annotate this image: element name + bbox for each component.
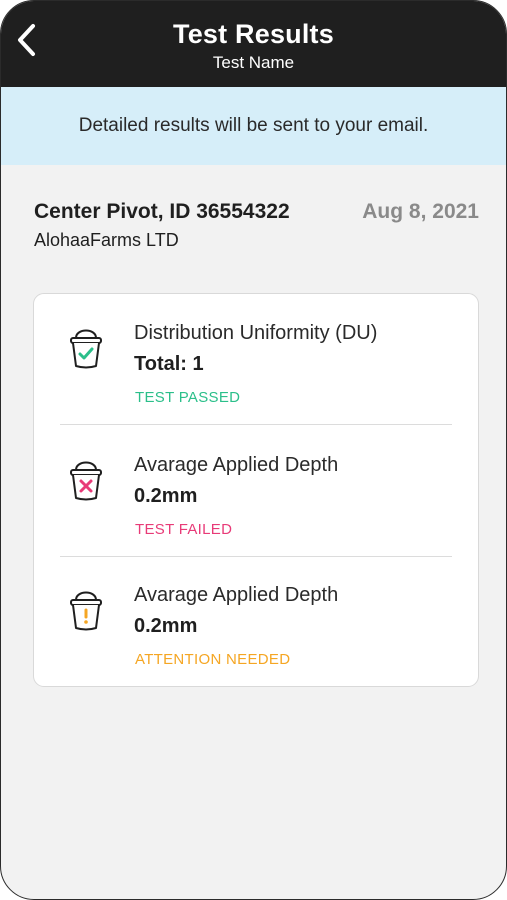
- app-header: Test Results Test Name: [1, 1, 506, 87]
- page-subtitle: Test Name: [212, 53, 295, 72]
- result-value: 0.2mm: [134, 485, 198, 507]
- result-label: Avarage Applied Depth: [134, 454, 339, 476]
- result-label: Avarage Applied Depth: [134, 584, 339, 606]
- farm-name: AlohaaFarms LTD: [34, 230, 179, 250]
- results-card: Distribution Uniformity (DU) Total: 1 TE…: [33, 293, 479, 687]
- result-item[interactable]: Distribution Uniformity (DU) Total: 1 TE…: [34, 294, 478, 424]
- page-title: Test Results: [173, 19, 334, 49]
- bucket-alert-icon: [70, 591, 102, 631]
- status-badge: ATTENTION NEEDED: [135, 651, 291, 668]
- bucket-x-icon: [70, 461, 102, 501]
- status-badge: TEST PASSED: [135, 389, 241, 406]
- email-notice-banner: Detailed results will be sent to your em…: [1, 87, 506, 165]
- divider: [60, 424, 452, 425]
- phone-screen: Test Results Test Name Detailed results …: [0, 0, 507, 900]
- banner-text: Detailed results will be sent to your em…: [78, 115, 429, 136]
- result-item[interactable]: Avarage Applied Depth 0.2mm ATTENTION NE…: [34, 556, 478, 686]
- result-value: Total: 1: [134, 353, 204, 375]
- test-date: Aug 8, 2021: [362, 200, 479, 223]
- bucket-check-icon: [70, 329, 102, 369]
- status-badge: TEST FAILED: [135, 521, 233, 538]
- device-name: Center Pivot, ID 36554322: [34, 200, 290, 223]
- result-label: Distribution Uniformity (DU): [134, 322, 378, 344]
- result-value: 0.2mm: [134, 615, 198, 637]
- result-item[interactable]: Avarage Applied Depth 0.2mm TEST FAILED: [34, 426, 478, 556]
